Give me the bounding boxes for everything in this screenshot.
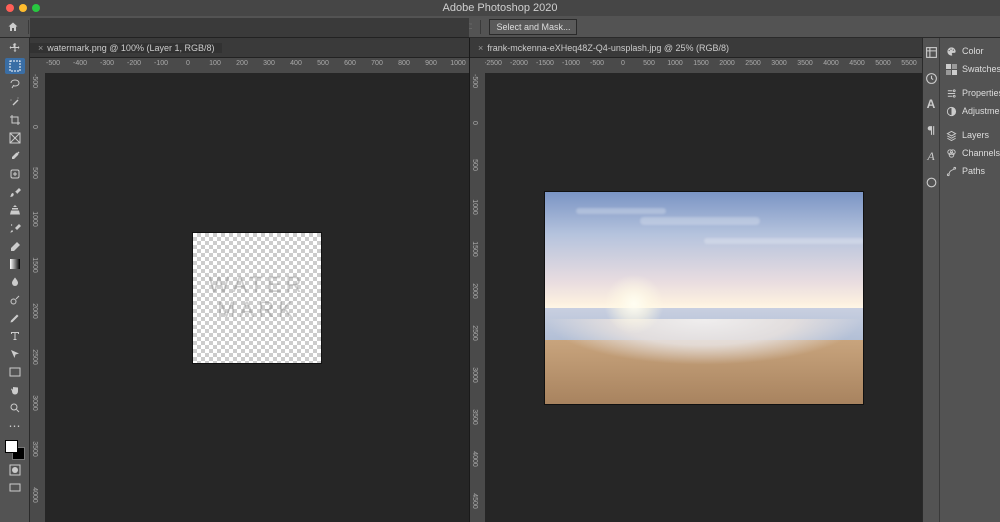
panel-list: Color Swatches Properties Adjustments La… — [940, 38, 1000, 522]
eyedropper-tool[interactable] — [5, 148, 25, 164]
marquee-tool[interactable] — [5, 58, 25, 74]
panel-label: Paths — [962, 166, 985, 176]
adjustments-panel-icon — [945, 105, 957, 117]
edit-toolbar-button[interactable]: ⋯ — [5, 418, 25, 434]
dodge-tool[interactable] — [5, 292, 25, 308]
vertical-ruler-left[interactable]: -50005001000150020002500300035004000 — [30, 73, 45, 522]
layers-panel-icon — [945, 129, 957, 141]
app-title: Adobe Photoshop 2020 — [443, 2, 558, 14]
history-icon[interactable] — [923, 70, 939, 86]
canvas-area-1[interactable]: WATER MARK — [45, 73, 469, 522]
panel-label: Properties — [962, 88, 1000, 98]
paths-panel[interactable]: Paths — [940, 162, 1000, 180]
close-tab-icon[interactable]: × — [38, 43, 43, 53]
color-panel[interactable]: Color — [940, 42, 1000, 60]
right-panel-dock: A A Color Swatches Properties Adjustment… — [922, 38, 1000, 522]
magic-wand-tool[interactable] — [5, 94, 25, 110]
frame-tool[interactable] — [5, 130, 25, 146]
character-panel-icon[interactable]: A — [923, 96, 939, 112]
horizontal-ruler-left[interactable]: -500-400-300-200-10001002003004005006007… — [45, 58, 469, 73]
screen-mode-button[interactable] — [5, 480, 25, 496]
channels-panel-icon — [945, 147, 957, 159]
eraser-tool[interactable] — [5, 238, 25, 254]
main-area: ⋯ × watermark.png @ 100% (Layer 1, RGB/8… — [0, 38, 1000, 522]
panel-label: Color — [962, 46, 984, 56]
minimize-window-button[interactable] — [19, 4, 27, 12]
watermark-text: WATER MARK — [209, 273, 306, 321]
select-and-mask-button[interactable]: Select and Mask... — [489, 19, 577, 35]
panel-label: Swatches — [962, 64, 1000, 74]
collapsed-panel-strip: A A — [923, 38, 940, 522]
horizontal-ruler-right[interactable]: -2500-2000-1500-1000-5000500100015002000… — [485, 58, 922, 73]
color-panel-icon — [945, 45, 957, 57]
document-tab-label: watermark.png @ 100% (Layer 1, RGB/8) — [47, 43, 214, 53]
blur-tool[interactable] — [5, 274, 25, 290]
libraries-icon[interactable] — [923, 44, 939, 60]
zoom-tool[interactable] — [5, 400, 25, 416]
ruler-corner — [470, 58, 485, 73]
layers-panel[interactable]: Layers — [940, 126, 1000, 144]
lasso-tool[interactable] — [5, 76, 25, 92]
toolbox: ⋯ — [0, 38, 30, 522]
maximize-window-button[interactable] — [32, 4, 40, 12]
home-icon[interactable] — [6, 20, 20, 34]
gradient-tool[interactable] — [5, 256, 25, 272]
adjustments-panel[interactable]: Adjustments — [940, 102, 1000, 120]
panel-label: Layers — [962, 130, 989, 140]
glyphs-panel-icon[interactable]: A — [923, 148, 939, 164]
crop-tool[interactable] — [5, 112, 25, 128]
document-tab-label: frank-mckenna-eXHeq48Z-Q4-unsplash.jpg @… — [487, 43, 729, 53]
color-swatches[interactable] — [5, 440, 25, 460]
brush-tool[interactable] — [5, 184, 25, 200]
hand-tool[interactable] — [5, 382, 25, 398]
swatches-panel[interactable]: Swatches — [940, 60, 1000, 78]
swatches-panel-icon — [945, 63, 957, 75]
type-tool[interactable] — [5, 328, 25, 344]
properties-panel[interactable]: Properties — [940, 84, 1000, 102]
extra-panel-icon[interactable] — [923, 174, 939, 190]
channels-panel[interactable]: Channels — [940, 144, 1000, 162]
workspace: × watermark.png @ 100% (Layer 1, RGB/8) … — [30, 38, 922, 522]
path-selection-tool[interactable] — [5, 346, 25, 362]
document-tab-1[interactable]: × watermark.png @ 100% (Layer 1, RGB/8) — [30, 43, 222, 53]
panel-label: Channels — [962, 148, 1000, 158]
rectangle-tool[interactable] — [5, 364, 25, 380]
canvas-area-2[interactable] — [485, 73, 922, 522]
document-pane-2: × frank-mckenna-eXHeq48Z-Q4-unsplash.jpg… — [470, 38, 922, 522]
clone-stamp-tool[interactable] — [5, 202, 25, 218]
document-tab-2[interactable]: × frank-mckenna-eXHeq48Z-Q4-unsplash.jpg… — [470, 43, 737, 53]
watermark-canvas[interactable]: WATER MARK — [193, 233, 321, 363]
doc-tabs-left — [30, 18, 469, 38]
healing-brush-tool[interactable] — [5, 166, 25, 182]
documents-row: × watermark.png @ 100% (Layer 1, RGB/8) … — [30, 38, 922, 522]
ruler-corner — [30, 58, 45, 73]
pen-tool[interactable] — [5, 310, 25, 326]
document-pane-1: × watermark.png @ 100% (Layer 1, RGB/8) … — [30, 38, 470, 522]
panel-label: Adjustments — [962, 106, 1000, 116]
quick-mask-button[interactable] — [5, 462, 25, 478]
titlebar: Adobe Photoshop 2020 — [0, 0, 1000, 16]
foreground-color-swatch[interactable] — [5, 440, 18, 453]
history-brush-tool[interactable] — [5, 220, 25, 236]
move-tool[interactable] — [5, 40, 25, 56]
paths-panel-icon — [945, 165, 957, 177]
paragraph-panel-icon[interactable] — [923, 122, 939, 138]
properties-panel-icon — [945, 87, 957, 99]
close-window-button[interactable] — [6, 4, 14, 12]
vertical-ruler-right[interactable]: -500050010001500200025003000350040004500 — [470, 73, 485, 522]
window-controls — [0, 4, 40, 12]
beach-canvas[interactable] — [545, 192, 863, 404]
close-tab-icon[interactable]: × — [478, 43, 483, 53]
